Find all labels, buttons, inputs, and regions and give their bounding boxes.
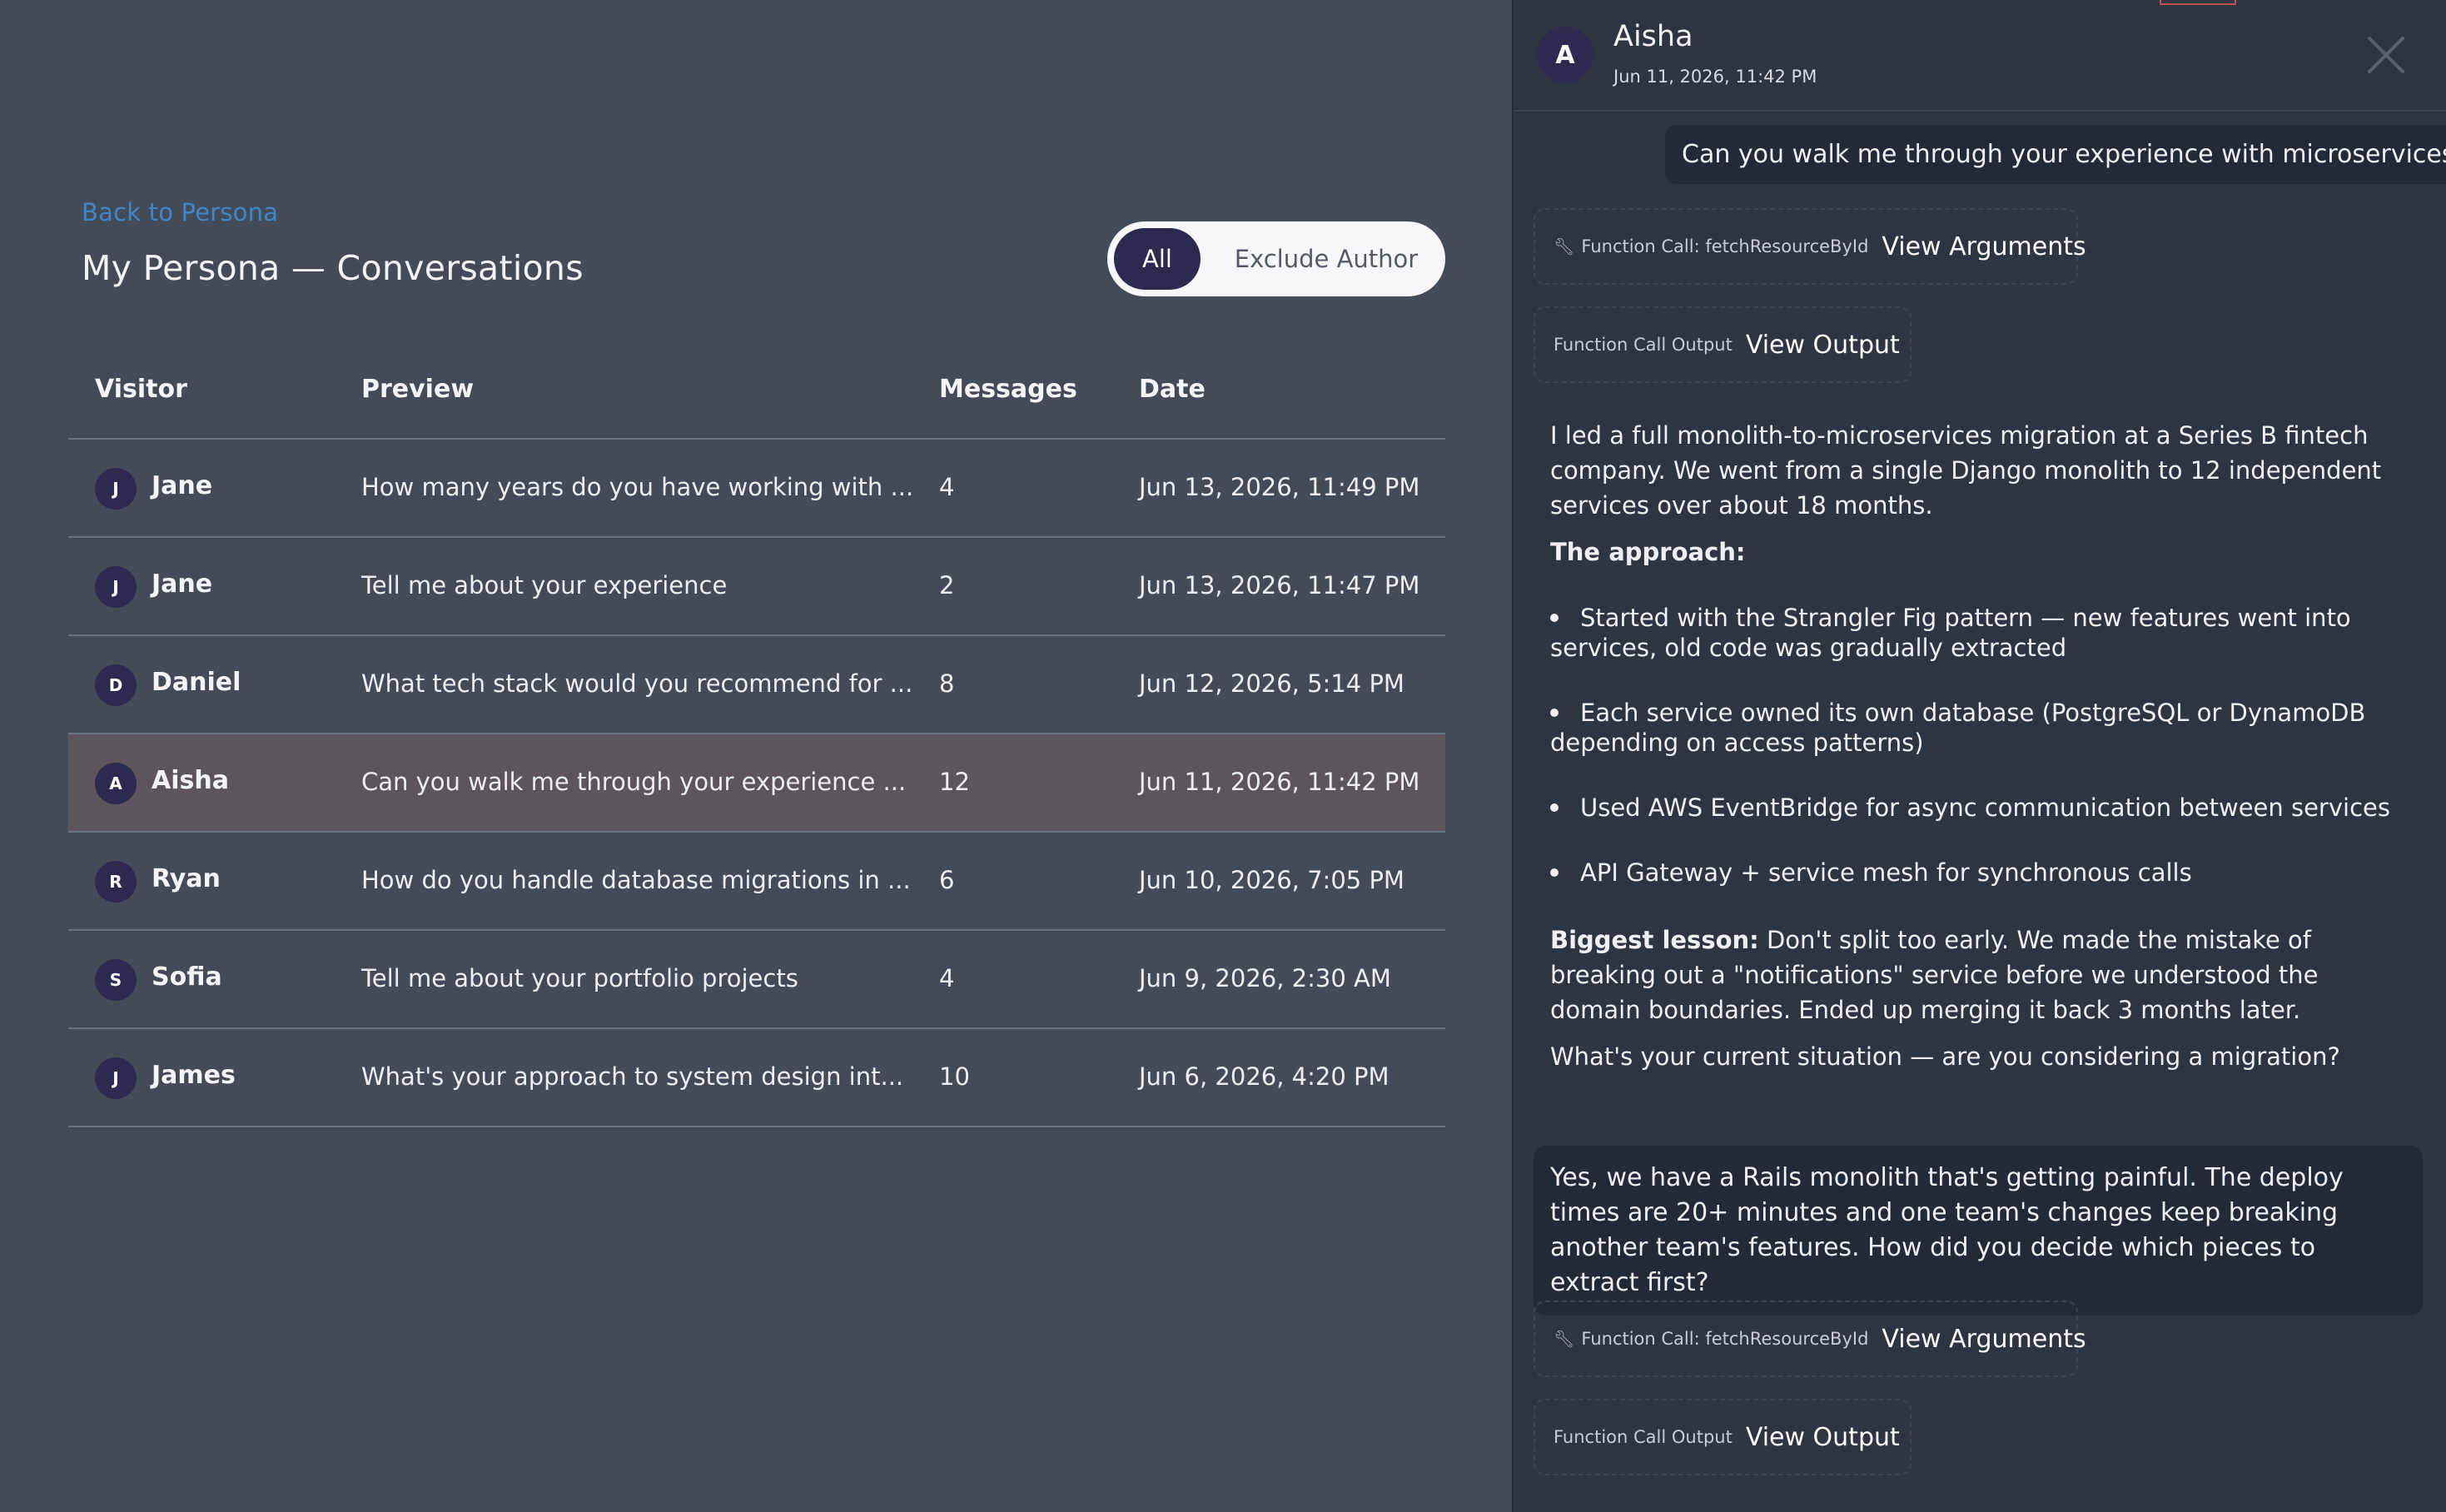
- view-output-button[interactable]: View Output: [1746, 331, 1900, 360]
- close-icon: [2368, 37, 2404, 73]
- function-output-label: Function Call Output: [1554, 335, 1733, 355]
- function-call-label: Function Call: fetchResourceById: [1581, 236, 1869, 256]
- list-item: API Gateway + service mesh for synchrono…: [1550, 858, 2399, 888]
- conversations-pane: Back to Persona My Persona — Conversatio…: [0, 0, 1512, 1512]
- message-count: 4: [939, 964, 955, 992]
- table-row[interactable]: J Jane Tell me about your experience 2 J…: [68, 538, 1445, 636]
- message-preview: How many years do you have working with …: [361, 473, 914, 501]
- avatar: J: [95, 566, 137, 608]
- conversation-date: Jun 11, 2026, 11:42 PM: [1139, 768, 1420, 796]
- filter-exclude-author-button[interactable]: Exclude Author: [1216, 228, 1437, 290]
- visitor-name: Jane: [152, 471, 213, 500]
- avatar: A: [1537, 27, 1593, 83]
- user-message: Yes, we have a Rails monolith that's get…: [1534, 1146, 2423, 1316]
- table-row[interactable]: J Jane How many years do you have workin…: [68, 440, 1445, 538]
- list-item: Each service owned its own database (Pos…: [1550, 699, 2366, 757]
- conversation-date: Jun 10, 2026, 7:05 PM: [1139, 866, 1404, 894]
- visitor-name: James: [152, 1061, 236, 1090]
- message-preview: What tech stack would you recommend for …: [361, 669, 913, 698]
- conversation-date: Jun 9, 2026, 2:30 AM: [1139, 964, 1391, 992]
- avatar: R: [95, 861, 137, 903]
- filter-all-button[interactable]: All: [1114, 228, 1201, 290]
- function-call-box: 🔧︎ Function Call: fetchResourceById View…: [1534, 208, 2086, 285]
- avatar: D: [95, 664, 137, 706]
- avatar: A: [95, 763, 137, 804]
- table-row-selected[interactable]: A Aisha Can you walk me through your exp…: [68, 734, 1445, 833]
- function-output-box: Function Call Output View Output: [1534, 1399, 1912, 1475]
- approach-heading: The approach:: [1550, 538, 1746, 566]
- column-header-visitor[interactable]: Visitor: [95, 375, 187, 404]
- function-output-label: Function Call Output: [1554, 1427, 1733, 1447]
- view-arguments-button[interactable]: View Arguments: [1882, 232, 2086, 261]
- visitor-name: Jane: [152, 569, 213, 599]
- visitor-name: Aisha: [152, 766, 229, 795]
- assistant-question: What's your current situation — are you …: [1550, 1042, 2340, 1071]
- message-preview: Tell me about your experience: [361, 571, 728, 599]
- list-item: Used AWS EventBridge for async communica…: [1550, 793, 2399, 823]
- conversation-date: Jun 6, 2026, 4:20 PM: [1139, 1062, 1390, 1091]
- list-item: Started with the Strangler Fig pattern —…: [1550, 604, 2351, 662]
- approach-list: Started with the Strangler Fig pattern —…: [1550, 603, 2399, 888]
- conversations-table: Visitor Preview Messages Date J Jane How…: [68, 350, 1445, 1127]
- message-count: 12: [939, 768, 970, 796]
- filter-toggle: All Exclude Author: [1107, 221, 1445, 296]
- column-header-date[interactable]: Date: [1139, 375, 1206, 404]
- conversation-date: Jun 12, 2026, 5:14 PM: [1139, 669, 1404, 698]
- function-call-label: Function Call: fetchResourceById: [1581, 1329, 1869, 1349]
- page-title: My Persona — Conversations: [82, 248, 584, 288]
- wrench-icon: 🔧︎: [1554, 1329, 1575, 1349]
- view-arguments-button[interactable]: View Arguments: [1882, 1325, 2086, 1354]
- table-row[interactable]: D Daniel What tech stack would you recom…: [68, 636, 1445, 734]
- message-preview: How do you handle database migrations in…: [361, 866, 911, 894]
- table-header: Visitor Preview Messages Date: [68, 350, 1445, 440]
- visitor-name: Sofia: [152, 962, 222, 992]
- table-row[interactable]: J James What's your approach to system d…: [68, 1029, 1445, 1127]
- avatar: J: [95, 1057, 137, 1099]
- function-call-box: 🔧︎ Function Call: fetchResourceById View…: [1534, 1301, 2086, 1377]
- avatar: S: [95, 959, 137, 1001]
- column-header-messages[interactable]: Messages: [939, 375, 1077, 404]
- chat-header: A Aisha Jun 11, 2026, 11:42 PM: [1514, 0, 2446, 112]
- assistant-message: I led a full monolith-to-microservices m…: [1550, 418, 2399, 1074]
- message-count: 4: [939, 473, 955, 501]
- user-message: Can you walk me through your experience …: [1665, 125, 2446, 184]
- visitor-name: Ryan: [152, 864, 221, 893]
- chat-date: Jun 11, 2026, 11:42 PM: [1613, 67, 1817, 87]
- conversation-date: Jun 13, 2026, 11:49 PM: [1139, 473, 1420, 501]
- close-button[interactable]: [2363, 32, 2409, 78]
- message-preview: Tell me about your portfolio projects: [361, 964, 798, 992]
- chat-visitor-name: Aisha: [1613, 20, 1693, 53]
- message-count: 10: [939, 1062, 970, 1091]
- message-preview: Can you walk me through your experience …: [361, 768, 907, 796]
- message-count: 6: [939, 866, 955, 894]
- table-row[interactable]: R Ryan How do you handle database migrat…: [68, 833, 1445, 931]
- wrench-icon: 🔧︎: [1554, 236, 1575, 256]
- message-count: 2: [939, 571, 955, 599]
- back-to-persona-link[interactable]: Back to Persona: [82, 198, 278, 226]
- lesson-paragraph: Biggest lesson: Don't split too early. W…: [1550, 923, 2399, 1027]
- conversation-date: Jun 13, 2026, 11:47 PM: [1139, 571, 1420, 599]
- column-header-preview[interactable]: Preview: [361, 375, 474, 404]
- message-preview: What's your approach to system design in…: [361, 1062, 904, 1091]
- message-count: 8: [939, 669, 955, 698]
- table-row[interactable]: S Sofia Tell me about your portfolio pro…: [68, 931, 1445, 1029]
- lesson-label: Biggest lesson:: [1550, 926, 1759, 954]
- visitor-name: Daniel: [152, 668, 241, 697]
- function-output-box: Function Call Output View Output: [1534, 306, 1912, 383]
- conversation-detail-panel: A Aisha Jun 11, 2026, 11:42 PM Can you w…: [1512, 0, 2446, 1512]
- assistant-intro: I led a full monolith-to-microservices m…: [1550, 421, 2382, 520]
- view-output-button[interactable]: View Output: [1746, 1423, 1900, 1452]
- avatar: J: [95, 468, 137, 510]
